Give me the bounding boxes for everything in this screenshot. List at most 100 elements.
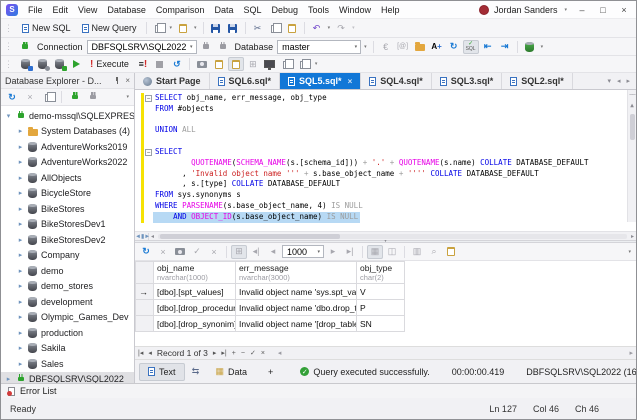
validate-sql-button[interactable]: ✓ SQL bbox=[462, 39, 479, 54]
explorer-connect-button[interactable] bbox=[67, 90, 83, 104]
next-page-button[interactable]: ▸ bbox=[325, 245, 341, 259]
attach-document-button[interactable] bbox=[211, 57, 227, 71]
tree-item-dbfsqlsrv-sql2022[interactable]: ▸ DBFSQLSRV\SQL2022 bbox=[1, 371, 134, 383]
prev-page-button[interactable]: ◂ bbox=[265, 245, 281, 259]
tab-scroll-left-icon[interactable]: ◂ bbox=[617, 77, 621, 85]
stop-button[interactable] bbox=[152, 57, 168, 71]
tab-sql2-sql[interactable]: SQL2.sql* bbox=[502, 73, 573, 89]
save-all-button[interactable] bbox=[225, 21, 241, 35]
results-refresh-button[interactable]: ↻ bbox=[138, 245, 154, 259]
editor-vertical-scrollbar[interactable]: –– ▲ bbox=[627, 90, 636, 222]
expand-icon[interactable]: ▸ bbox=[15, 344, 26, 352]
connect-button[interactable] bbox=[198, 40, 214, 54]
append-record-icon[interactable]: + bbox=[232, 350, 236, 357]
refresh-code-button[interactable]: ↻ bbox=[446, 40, 462, 54]
cut-button[interactable]: ✂ bbox=[250, 21, 266, 35]
grid-cell[interactable]: [dbo].[drop_procedure] bbox=[153, 299, 236, 316]
menu-sql[interactable]: SQL bbox=[238, 4, 266, 16]
tree-item-allobjects[interactable]: ▸ AllObjects bbox=[1, 170, 134, 186]
scroll-right-icon[interactable]: ▸ bbox=[629, 233, 636, 240]
execute-script-button[interactable]: ≡! bbox=[135, 57, 151, 71]
new-sql-button[interactable]: New SQL bbox=[17, 22, 76, 34]
pin-panel-icon[interactable] bbox=[113, 76, 121, 85]
menu-tools[interactable]: Tools bbox=[303, 4, 334, 16]
parameters-button[interactable]: [@] bbox=[395, 40, 411, 54]
find-in-grid-button[interactable]: ⌕ bbox=[426, 245, 442, 259]
grid-cell[interactable]: Invalid object name '[drop_table]' bbox=[235, 315, 357, 332]
expand-icon[interactable]: ▸ bbox=[15, 313, 26, 321]
expand-icon[interactable]: ▸ bbox=[15, 360, 26, 368]
tree-item-bikestoresdev2[interactable]: ▸ BikeStoresDev2 bbox=[1, 232, 134, 248]
open-file-caret-icon[interactable]: ▾ bbox=[192, 25, 199, 31]
prev-record-icon[interactable]: ◂ bbox=[148, 349, 152, 357]
close-button[interactable]: × bbox=[616, 3, 632, 17]
explorer-overflow-caret-icon[interactable]: ▾ bbox=[124, 94, 131, 100]
collapse-icon[interactable]: ▾ bbox=[3, 112, 14, 120]
grid-cell[interactable]: [dbo].[drop_synonim] bbox=[153, 315, 236, 332]
paging-mode-button[interactable]: ⊞ bbox=[231, 244, 247, 259]
swap-view-button[interactable]: ⇆ bbox=[188, 365, 204, 379]
toolbar-grip[interactable]: ⋮ bbox=[4, 59, 13, 70]
column-chooser-button[interactable]: ▥ bbox=[409, 245, 425, 259]
grid-cell[interactable]: Invalid object name 'sys.spt_values'. bbox=[235, 283, 357, 300]
splitter-handle-icon[interactable]: ◄▮► bbox=[135, 232, 150, 240]
tree-item-development[interactable]: ▸ development bbox=[1, 294, 134, 310]
expand-icon[interactable]: ▸ bbox=[15, 143, 26, 151]
card-view-button[interactable]: ◫ bbox=[384, 245, 400, 259]
scroll-left-icon[interactable]: ◂ bbox=[149, 233, 156, 240]
window-button[interactable] bbox=[296, 57, 312, 71]
tree-item-company[interactable]: ▸ Company bbox=[1, 248, 134, 264]
tree-item-olympic-games-dev[interactable]: ▸ Olympic_Games_Dev bbox=[1, 310, 134, 326]
tab-start-page[interactable]: Start Page bbox=[135, 73, 210, 89]
tree-item-demo[interactable]: ▸ demo bbox=[1, 263, 134, 279]
confirm-edit-icon[interactable]: ✓ bbox=[250, 349, 256, 357]
preview-button[interactable] bbox=[262, 57, 278, 71]
undo-caret-icon[interactable]: ▾ bbox=[326, 25, 333, 31]
tree-item-adventureworks2022[interactable]: ▸ AdventureWorks2022 bbox=[1, 155, 134, 171]
paste-button[interactable] bbox=[284, 21, 300, 35]
menu-window[interactable]: Window bbox=[334, 4, 376, 16]
expand-icon[interactable]: ▸ bbox=[15, 127, 26, 135]
table-row[interactable]: [dbo].[drop_procedure] Invalid object nam… bbox=[135, 299, 405, 316]
table-row[interactable]: → [dbo].[spt_values] Invalid object name '… bbox=[135, 283, 405, 300]
undo-button[interactable]: ↶ bbox=[309, 21, 325, 35]
explorer-delete-button[interactable]: × bbox=[22, 90, 38, 104]
copy-button[interactable] bbox=[267, 21, 283, 35]
menu-view[interactable]: View bbox=[73, 4, 102, 16]
sql-editor[interactable]: − SELECT obj_name, err_message, obj_type F… bbox=[135, 90, 636, 240]
menu-help[interactable]: Help bbox=[376, 4, 405, 16]
page-size-select[interactable]: 1000 ▾ bbox=[282, 245, 324, 258]
editor-horizontal-scrollbar[interactable]: ◄▮► ◂ ▸ bbox=[135, 231, 636, 240]
text-view-tab[interactable]: Text bbox=[139, 362, 185, 381]
tree-item-bikestores[interactable]: ▸ BikeStores bbox=[1, 201, 134, 217]
fold-marker-icon[interactable]: − bbox=[145, 148, 152, 156]
grid-horizontal-scrollbar[interactable]: ◂ ▸ bbox=[278, 349, 633, 357]
expand-icon[interactable]: ▸ bbox=[15, 189, 26, 197]
expand-icon[interactable]: ▸ bbox=[15, 298, 26, 306]
expand-icon[interactable]: ▸ bbox=[15, 205, 26, 213]
disconnect-button[interactable] bbox=[215, 40, 231, 54]
expand-icon[interactable]: ▸ bbox=[15, 220, 26, 228]
new-connection-button[interactable] bbox=[17, 40, 33, 54]
grid-cell[interactable]: P bbox=[356, 299, 405, 316]
tree-item-bicyclestore[interactable]: ▸ BicycleStore bbox=[1, 186, 134, 202]
database-select[interactable]: master ▾ bbox=[277, 39, 362, 54]
expand-icon[interactable]: ▸ bbox=[15, 251, 26, 259]
new-query-button[interactable]: New Query bbox=[77, 22, 142, 34]
new-document-caret-icon[interactable]: ▾ bbox=[168, 25, 175, 31]
results-overflow-caret-icon[interactable]: ▾ bbox=[626, 249, 633, 255]
navigate-button[interactable]: € bbox=[378, 40, 394, 54]
snapshot-button[interactable] bbox=[194, 57, 210, 71]
toolbar-grip[interactable]: ⋮ bbox=[4, 23, 13, 34]
tree-item-demo-stores[interactable]: ▸ demo_stores bbox=[1, 279, 134, 295]
indent-button[interactable]: ⇥ bbox=[497, 40, 513, 54]
tab-scroll-right-icon[interactable]: ▸ bbox=[626, 77, 630, 85]
tab-sql6-sql[interactable]: SQL6.sql* bbox=[209, 73, 281, 89]
grid-cell[interactable]: SN bbox=[356, 315, 405, 332]
run-button[interactable] bbox=[68, 57, 84, 71]
expand-icon[interactable]: ▸ bbox=[15, 236, 26, 244]
expand-icon[interactable]: ▸ bbox=[15, 158, 26, 166]
expand-icon[interactable]: ▸ bbox=[3, 375, 14, 383]
tab-sql4-sql[interactable]: SQL4.sql* bbox=[361, 73, 432, 89]
results-grid[interactable]: obj_name nvarchar(1000) err_message nvarcha… bbox=[135, 261, 636, 346]
